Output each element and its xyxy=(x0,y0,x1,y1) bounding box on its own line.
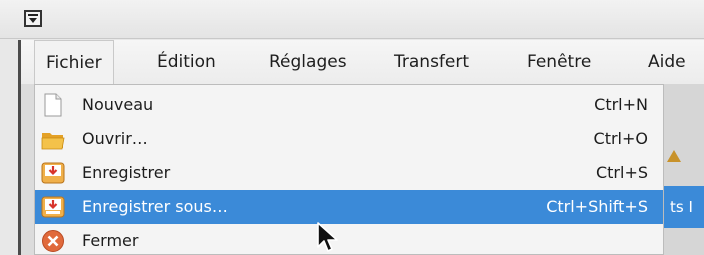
menu-item-label: Ouvrir… xyxy=(82,129,148,148)
menu-item-shortcut: Ctrl+O xyxy=(593,129,648,148)
open-folder-icon xyxy=(41,127,65,151)
menu-item-shortcut: Ctrl+N xyxy=(594,95,648,114)
application-window: Fichier Édition Réglages Transfert Fenêt… xyxy=(0,0,704,255)
menu-reglages[interactable]: Réglages xyxy=(269,40,347,84)
menu-item-shortcut: Ctrl+S xyxy=(595,163,648,182)
background-selected-row: ts I xyxy=(664,186,704,228)
menu-fenetre[interactable]: Fenêtre xyxy=(527,40,591,84)
menu-item-label: Enregistrer xyxy=(82,163,171,182)
menu-item-enregistrer[interactable]: Enregistrer Ctrl+S xyxy=(35,156,663,190)
save-as-icon xyxy=(41,195,65,219)
menu-item-enregistrer-sous[interactable]: Enregistrer sous… Ctrl+Shift+S xyxy=(35,190,663,224)
file-menu-dropdown: Nouveau Ctrl+N Ouvrir… Ctrl+O Enregistre… xyxy=(34,84,664,255)
save-icon xyxy=(41,161,65,185)
menu-item-ouvrir[interactable]: Ouvrir… Ctrl+O xyxy=(35,122,663,156)
close-icon xyxy=(41,229,65,253)
menu-item-label: Fermer xyxy=(82,231,139,250)
menu-item-nouveau[interactable]: Nouveau Ctrl+N xyxy=(35,88,663,122)
menu-bar: Fichier Édition Réglages Transfert Fenêt… xyxy=(18,40,704,84)
warning-icon xyxy=(667,147,681,166)
new-document-icon xyxy=(41,93,65,117)
window-menu-button[interactable] xyxy=(24,10,42,27)
background-panel xyxy=(664,84,704,255)
menu-aide[interactable]: Aide xyxy=(648,40,686,84)
mouse-pointer-icon xyxy=(316,221,344,255)
menu-transfert[interactable]: Transfert xyxy=(394,40,469,84)
menu-fichier[interactable]: Fichier xyxy=(34,40,114,84)
menu-edition[interactable]: Édition xyxy=(157,40,216,84)
menu-item-label: Nouveau xyxy=(82,95,154,114)
menu-item-label: Enregistrer sous… xyxy=(82,197,228,216)
menu-item-fermer[interactable]: Fermer xyxy=(35,224,663,254)
menu-item-shortcut: Ctrl+Shift+S xyxy=(546,197,648,216)
title-bar xyxy=(0,0,704,39)
window-menu-icon xyxy=(27,13,39,24)
